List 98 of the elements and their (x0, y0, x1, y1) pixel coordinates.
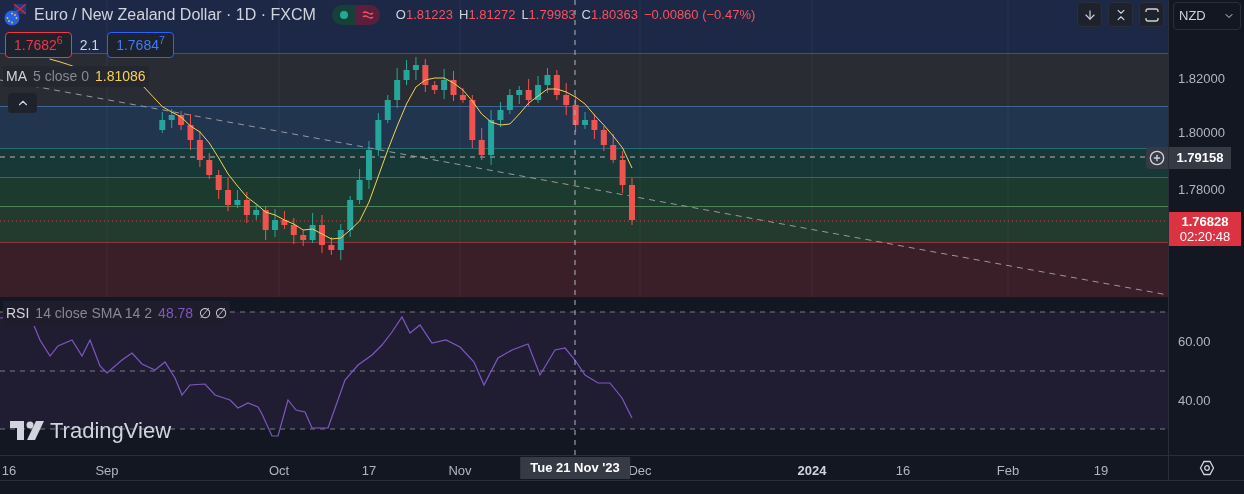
candle (478, 127, 485, 161)
candle (563, 82, 570, 116)
candle (328, 236, 335, 256)
logo-icon (10, 421, 44, 440)
ohlc-value: O1.81223 (395, 6, 453, 25)
candle (469, 94, 476, 149)
candle (225, 177, 232, 212)
symbol-title: Euro / New Zealand Dollar · 1D · FXCM (34, 5, 316, 25)
fullscreen-button[interactable] (1139, 2, 1164, 27)
indicator-name: RSI (6, 304, 30, 323)
candle (459, 87, 466, 104)
candle (243, 191, 250, 224)
candle (450, 70, 457, 102)
candle (572, 94, 579, 133)
sell-price-button[interactable]: 1.7682$^{6}$ (5, 32, 72, 58)
candle (412, 56, 419, 81)
candle (356, 168, 363, 205)
price-axis-label: 1.80000 (1178, 126, 1225, 139)
indicator-extras: ∅ ∅ (199, 304, 228, 323)
time-axis-label: 2024 (797, 462, 827, 480)
time-axis-label: Feb (996, 462, 1020, 480)
candle (610, 133, 617, 164)
candle (196, 130, 203, 168)
spread-value: 2.1 (79, 35, 100, 55)
candle (347, 195, 354, 238)
ohlc-value: H1.81272 (459, 6, 516, 25)
scroll-down-button[interactable] (1077, 2, 1102, 27)
candle (384, 94, 391, 124)
indicator-value: 48.78 (158, 304, 194, 323)
candle (290, 217, 297, 245)
crosshair-time-label: Tue 21 Nov '23 (520, 457, 630, 479)
candle (544, 67, 551, 94)
candle (309, 212, 316, 244)
indicator-name: MA (6, 67, 27, 86)
candle (281, 210, 288, 230)
candle (234, 189, 241, 209)
collapse-legend-button[interactable] (8, 93, 37, 113)
arrow-down-icon (1082, 7, 1097, 22)
candle (187, 113, 194, 151)
time-axis-label: 16 (1, 462, 17, 480)
candle (553, 69, 560, 101)
indicator-params: 14 close SMA 14 2 (35, 304, 153, 323)
candle (441, 68, 448, 100)
candle (629, 177, 635, 226)
candle (337, 223, 344, 261)
price-axis-label: 1.82000 (1178, 72, 1225, 85)
time-axis-label: Dec (628, 462, 652, 480)
candle (159, 111, 166, 134)
rsi-axis-label: 40.00 (1178, 394, 1211, 407)
candle (525, 78, 532, 107)
crosshair-price-label: 1.79158 (1169, 147, 1231, 169)
add-alert-button[interactable] (1146, 147, 1168, 169)
market-status-pill[interactable] (331, 5, 380, 25)
plus-circle-icon (1149, 150, 1165, 166)
candle (582, 111, 589, 130)
rsi-axis-label: 60.00 (1178, 335, 1211, 348)
indicator-value: 1.81086 (95, 67, 146, 86)
candle (168, 108, 175, 129)
ohlc-value: L1.79983 (521, 6, 576, 25)
collapse-button[interactable] (1108, 2, 1133, 27)
candle (431, 80, 438, 95)
bar-countdown: 02:20:48 (1179, 229, 1231, 244)
candle (600, 125, 607, 152)
wave-icon (361, 10, 374, 20)
candle (215, 169, 222, 200)
candle (300, 229, 307, 247)
time-axis-label: 19 (1093, 462, 1109, 480)
candle (319, 214, 325, 254)
candle (422, 58, 429, 93)
settings-icon[interactable] (1198, 460, 1215, 476)
logo-text: TradingView (50, 417, 172, 445)
indicator-params: 5 close 0 (33, 67, 90, 86)
candle (591, 113, 598, 140)
price-change: −0.00860 (−0.47%) (644, 6, 756, 25)
candle (178, 110, 185, 131)
buy-price-button[interactable]: 1.7684$^{7}$ (107, 32, 174, 58)
candle (497, 101, 504, 128)
ohlc-value: C1.80363 (581, 6, 638, 25)
candle (516, 85, 523, 105)
price-axis-label: 1.78000 (1178, 183, 1225, 196)
currency-select[interactable]: NZD (1173, 2, 1241, 30)
candle (262, 205, 269, 241)
fullscreen-icon (1144, 7, 1159, 22)
time-axis-label: 16 (895, 462, 911, 480)
candle (206, 152, 213, 180)
candle (272, 208, 279, 238)
last-price: 1.76828 (1181, 214, 1229, 229)
candle (394, 67, 401, 109)
candle (506, 88, 513, 115)
currency-flags-icon (4, 4, 26, 26)
time-axis-label: Nov (448, 462, 472, 480)
time-axis-label: 17 (361, 462, 377, 480)
candle (535, 75, 542, 104)
time-axis-label: Oct (268, 462, 290, 480)
candle (403, 59, 410, 86)
candle (619, 150, 626, 194)
time-axis-label: Sep (95, 462, 119, 480)
candle (253, 203, 260, 221)
